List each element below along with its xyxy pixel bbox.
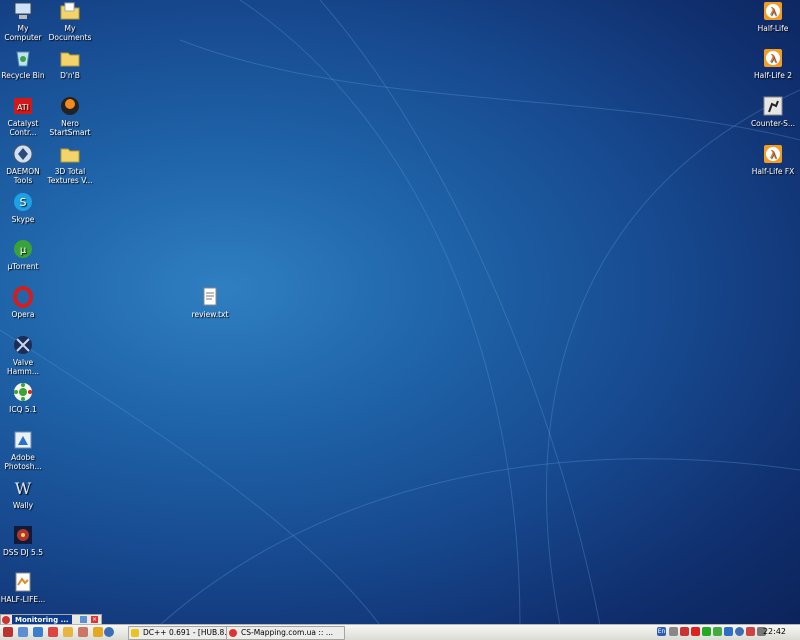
tray-app-icon[interactable]	[680, 627, 689, 636]
desktop-icon-label: µTorrent	[7, 262, 39, 271]
desktop-icon-label: Half-Life	[757, 24, 789, 33]
desktop-icon-label: HALF-LIFE...	[0, 595, 46, 604]
svg-text:λ: λ	[770, 5, 777, 18]
desktop-icon-label: Counter-S...	[750, 119, 796, 128]
desktop-icon-label: Half-Life FX	[751, 167, 795, 176]
desktop-icon-label: Half-Life 2	[754, 71, 792, 80]
desktop-icon-label: D'n'B	[60, 71, 80, 80]
desktop-icon-my-documents[interactable]: My Documents	[38, 0, 102, 42]
task-label: CS-Mapping.com.ua :: ...	[241, 628, 333, 637]
desktop-icon-label: Opera	[11, 310, 35, 319]
folder-icon	[59, 143, 81, 165]
quicklaunch-ie-icon[interactable]	[33, 627, 43, 637]
half-life-icon: λ	[762, 0, 784, 22]
text-file-icon	[199, 286, 221, 308]
quicklaunch-tool-icon[interactable]	[93, 627, 103, 637]
quicklaunch-opera-icon[interactable]	[48, 627, 58, 637]
wally-icon: W	[12, 477, 34, 499]
show-desktop-icon[interactable]	[18, 627, 28, 637]
language-indicator[interactable]: En	[657, 627, 666, 636]
desktop-icon-d-n-b[interactable]: D'n'B	[38, 47, 102, 81]
svg-text:µ: µ	[20, 245, 27, 256]
svg-text:ATI: ATI	[17, 103, 29, 112]
desktop-icon-half-life-fx[interactable]: λ Half-Life FX	[741, 143, 800, 177]
svg-text:S: S	[20, 196, 27, 209]
icq-icon	[12, 381, 34, 403]
volume-icon[interactable]	[669, 627, 678, 636]
tray-app2-icon[interactable]	[746, 627, 755, 636]
utorrent-icon: µ	[12, 238, 34, 260]
desktop-icon-skype[interactable]: S Skype	[0, 191, 55, 225]
taskbar-task-dcpp[interactable]: DC++ 0.691 - [HUB.8...	[128, 626, 239, 640]
desktop-icon-counter-s[interactable]: Counter-S...	[741, 95, 800, 129]
review-txt-icon[interactable]: review.txt	[178, 286, 242, 320]
dcpp-icon	[131, 629, 139, 637]
counter-strike-icon	[762, 95, 784, 117]
half-life-icon: λ	[762, 47, 784, 69]
svg-text:W: W	[15, 479, 32, 498]
kaspersky-icon[interactable]	[691, 627, 700, 636]
quicklaunch-folder-icon[interactable]	[63, 627, 73, 637]
desktop-icon-3d-total-textures-v[interactable]: 3D Total Textures V...	[38, 143, 102, 185]
skype-icon: S	[12, 191, 34, 213]
folder-documents-icon	[59, 0, 81, 22]
desktop-icon-adobe-photosh[interactable]: Adobe Photosh...	[0, 429, 55, 471]
taskbar: DC++ 0.691 - [HUB.8... CS-Mapping.com.ua…	[0, 624, 800, 640]
panel-app-icon	[2, 616, 10, 624]
daemon-tools-icon	[12, 143, 34, 165]
desktop-icon-label: 3D Total Textures V...	[47, 167, 93, 185]
folder-icon	[59, 47, 81, 69]
quicklaunch-globe-icon[interactable]	[104, 627, 114, 637]
start-button-icon[interactable]	[3, 627, 13, 637]
desktop-icon-torrent[interactable]: µ µTorrent	[0, 238, 55, 272]
ati-icon: ATI	[12, 95, 34, 117]
nero-icon	[59, 95, 81, 117]
document-icon	[12, 571, 34, 593]
desktop-icon-dss-dj-5-5[interactable]: DSS DJ 5.5	[0, 524, 55, 558]
svg-text:λ: λ	[770, 148, 777, 161]
review-txt-label: review.txt	[191, 310, 229, 319]
task-label: DC++ 0.691 - [HUB.8...	[143, 628, 232, 637]
dss-dj-icon	[12, 524, 34, 546]
desktop-icon-half-life-2[interactable]: λ Half-Life 2	[741, 47, 800, 81]
desktop-icon-half-life[interactable]: HALF-LIFE...	[0, 571, 55, 605]
opera-icon	[12, 286, 34, 308]
panel-restore-icon[interactable]	[80, 616, 87, 623]
desktop-icon-label: Valve Hamm...	[7, 358, 39, 376]
svg-text:λ: λ	[770, 52, 777, 65]
desktop-icon-half-life[interactable]: λ Half-Life	[741, 0, 800, 34]
taskbar-task-opera[interactable]: CS-Mapping.com.ua :: ...	[226, 626, 345, 640]
desktop-icon-label: Skype	[11, 215, 35, 224]
hammer-icon	[12, 334, 34, 356]
opera-icon	[229, 629, 237, 637]
desktop-icon-label: Nero StartSmart	[49, 119, 91, 137]
panel-close-icon[interactable]: ×	[91, 616, 98, 623]
tray-icq-icon[interactable]	[713, 627, 722, 636]
recycle-bin-icon	[12, 47, 34, 69]
desktop-icon-nero-startsmart[interactable]: Nero StartSmart	[38, 95, 102, 137]
desktop-icon-label: ICQ 5.1	[9, 405, 37, 414]
desktop-icon-wally[interactable]: W Wally	[0, 477, 55, 511]
desktop-icon-opera[interactable]: Opera	[0, 286, 55, 320]
desktop-icon-label: Wally	[12, 501, 34, 510]
tray-skype-icon[interactable]	[724, 627, 733, 636]
taskbar-clock: 22:42	[762, 627, 786, 636]
desktop-icon-label: My Documents	[48, 24, 92, 42]
tray-utorrent-icon[interactable]	[702, 627, 711, 636]
computer-icon	[12, 0, 34, 22]
wallpaper-arcs	[0, 0, 800, 625]
desktop-icon-label: Adobe Photosh...	[4, 453, 42, 471]
desktop-icon-valve-hamm[interactable]: Valve Hamm...	[0, 334, 55, 376]
quicklaunch-app-icon[interactable]	[78, 627, 88, 637]
desktop-icon-icq-5-1[interactable]: ICQ 5.1	[0, 381, 55, 415]
half-life-icon: λ	[762, 143, 784, 165]
desktop-icon-label: DSS DJ 5.5	[3, 548, 43, 557]
photoshop-icon	[12, 429, 34, 451]
tray-network-icon[interactable]	[735, 627, 744, 636]
